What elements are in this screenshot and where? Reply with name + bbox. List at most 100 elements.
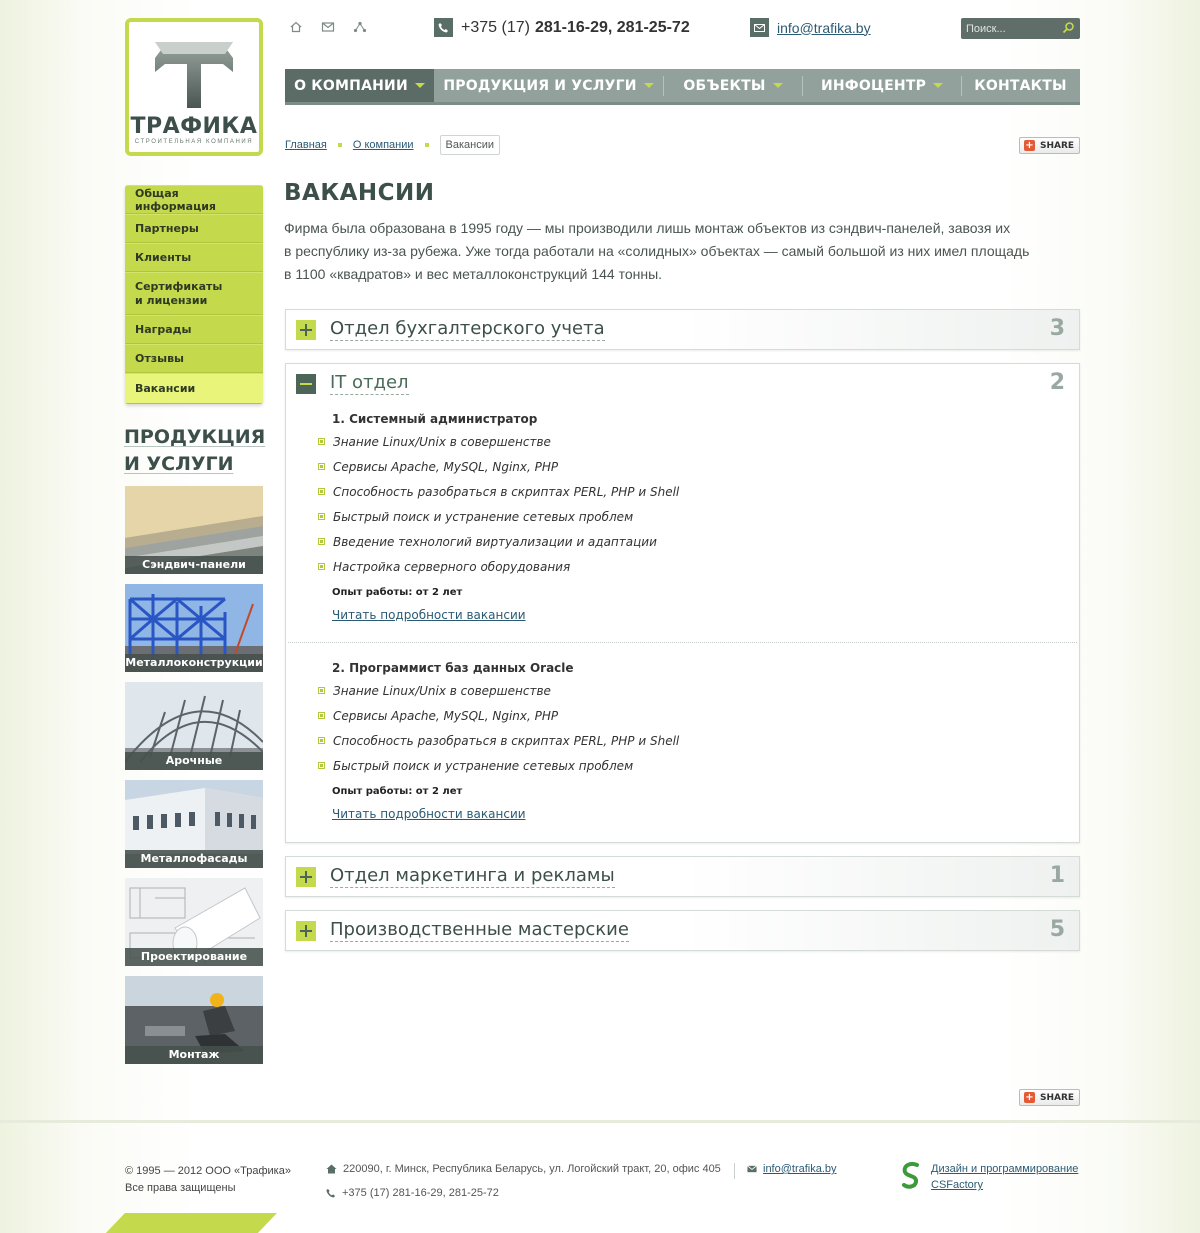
footer: © 1995 — 2012 ООО «Трафика» Все права за… — [0, 1120, 1200, 1233]
header-email-link[interactable]: info@trafika.by — [777, 20, 871, 36]
nav-item-company[interactable]: О КОМПАНИИ — [285, 69, 434, 102]
mail-icon[interactable] — [321, 20, 335, 34]
csfactory-logo-icon[interactable] — [900, 1161, 922, 1189]
share-button-top[interactable]: + SHARE — [1019, 137, 1080, 154]
sidebar-item-partners[interactable]: Партнеры — [125, 214, 263, 243]
breadcrumb-section[interactable]: О компании — [353, 139, 414, 151]
nav-label: ОБЪЕКТЫ — [683, 77, 766, 94]
sidebar-menu: Общая информация Партнеры Клиенты Сертиф… — [125, 185, 263, 404]
collapse-icon[interactable] — [296, 374, 316, 394]
requirement-text: Быстрый поиск и устранение сетевых пробл… — [333, 759, 634, 773]
share-label: SHARE — [1040, 140, 1075, 151]
phone-prefix: +375 (17) — [461, 18, 530, 36]
breadcrumb: Главная О компании Вакансии — [285, 135, 501, 155]
product-metal-structures[interactable]: Металлоконструкции — [125, 584, 263, 672]
list-item: Способность разобраться в скриптах PERL,… — [318, 734, 679, 759]
developer-link[interactable]: Дизайн и программирование — [931, 1163, 1078, 1175]
phone-icon — [434, 18, 453, 37]
envelope-icon — [750, 18, 769, 37]
footer-developer: Дизайн и программирование CSFactory — [900, 1161, 1078, 1194]
accordion-header[interactable]: IT отдел 2 — [286, 364, 1079, 404]
sidebar-item-clients[interactable]: Клиенты — [125, 243, 263, 272]
requirement-text: Знание Linux/Unix в совершенстве — [333, 684, 551, 698]
list-item: Быстрый поиск и устранение сетевых пробл… — [318, 510, 679, 535]
products-heading-line: И УСЛУГИ — [124, 453, 234, 475]
search-icon[interactable] — [1062, 21, 1075, 34]
share-label: SHARE — [1040, 1092, 1075, 1103]
share-button-bottom[interactable]: + SHARE — [1019, 1089, 1080, 1106]
vacancy-item: 1. Системный администратор Знание Linux/… — [318, 412, 679, 622]
expand-icon[interactable] — [296, 921, 316, 941]
sidebar-item-awards[interactable]: Награды — [125, 315, 263, 344]
nav-item-contacts[interactable]: КОНТАКТЫ — [962, 69, 1079, 102]
product-label: Проектирование — [125, 948, 263, 966]
sitemap-icon[interactable] — [353, 20, 367, 34]
department-marketing: Отдел маркетинга и рекламы 1 — [285, 856, 1080, 897]
product-metal-facades[interactable]: Металлофасады — [125, 780, 263, 868]
requirement-text: Сервисы Apache, MySQL, Nginx, PHP — [333, 460, 559, 474]
nav-item-infocenter[interactable]: ИНФОЦЕНТР — [803, 69, 961, 102]
footer-phone: +375 (17) 281-16-29, 281-25-72 — [326, 1187, 499, 1199]
copyright-text: © 1995 — 2012 ООО «Трафика» — [125, 1165, 291, 1177]
bullet-icon — [318, 513, 325, 520]
product-sandwich-panels[interactable]: Сэндвич-панели — [125, 486, 263, 574]
home-icon[interactable] — [289, 20, 303, 34]
nav-label: ИНФОЦЕНТР — [820, 77, 927, 94]
nav-item-products[interactable]: ПРОДУКЦИЯ И УСЛУГИ — [434, 69, 663, 102]
breadcrumb-current: Вакансии — [439, 135, 501, 155]
products-heading[interactable]: ПРОДУКЦИЯ И УСЛУГИ — [124, 424, 274, 478]
department-title[interactable]: Отдел маркетинга и рекламы — [330, 865, 615, 888]
sidebar-item-vacancies[interactable]: Вакансии — [125, 373, 263, 404]
sidebar-item-certificates[interactable]: Сертификаты и лицензии — [125, 272, 263, 315]
breadcrumb-separator — [424, 143, 429, 147]
sidebar-item-general[interactable]: Общая информация — [125, 185, 263, 214]
vacancy-details-link[interactable]: Читать подробности вакансии — [332, 608, 679, 622]
accordion-header[interactable]: Отдел маркетинга и рекламы 1 — [286, 857, 1079, 897]
footer-address: 220090, г. Минск, Республика Беларусь, у… — [326, 1163, 721, 1175]
expand-icon[interactable] — [296, 867, 316, 887]
requirement-text: Знание Linux/Unix в совершенстве — [333, 435, 551, 449]
logo-name: ТРАФИКА — [130, 114, 258, 139]
nav-label: ПРОДУКЦИЯ И УСЛУГИ — [443, 77, 637, 94]
expand-icon[interactable] — [296, 320, 316, 340]
bullet-icon — [318, 687, 325, 694]
footer-divider — [734, 1163, 735, 1179]
product-installation[interactable]: Монтаж — [125, 976, 263, 1064]
department-title[interactable]: Производственные мастерские — [330, 919, 629, 942]
header-phone: +375 (17) 281-16-29, 281-25-72 — [434, 18, 690, 37]
search-input[interactable] — [961, 22, 1056, 35]
bullet-icon — [318, 712, 325, 719]
nav-label: О КОМПАНИИ — [294, 77, 408, 94]
address-text: 220090, г. Минск, Республика Беларусь, у… — [343, 1163, 721, 1175]
search-box — [961, 18, 1080, 39]
department-title[interactable]: Отдел бухгалтерского учета — [330, 318, 605, 341]
product-label: Монтаж — [125, 1046, 263, 1064]
vacancy-count: 2 — [1049, 370, 1065, 395]
sidebar-item-reviews[interactable]: Отзывы — [125, 344, 263, 373]
phone-text: +375 (17) 281-16-29, 281-25-72 — [342, 1187, 499, 1199]
breadcrumb-separator — [337, 143, 342, 147]
chevron-down-icon — [772, 83, 783, 88]
vacancy-experience: Опыт работы: от 2 лет — [332, 786, 463, 797]
footer-email-link[interactable]: info@trafika.by — [763, 1163, 837, 1175]
product-design[interactable]: Проектирование — [125, 878, 263, 966]
product-arch-structures[interactable]: Арочные конструкции — [125, 682, 263, 770]
vacancy-details-link[interactable]: Читать подробности вакансии — [332, 807, 679, 821]
intro-text: Фирма была образована в 1995 году — мы п… — [284, 217, 1074, 286]
accordion-header[interactable]: Производственные мастерские 5 — [286, 911, 1079, 951]
breadcrumb-home[interactable]: Главная — [285, 139, 327, 151]
main-nav: О КОМПАНИИ ПРОДУКЦИЯ И УСЛУГИ ОБЪЕКТЫ ИН… — [285, 69, 1080, 105]
rights-text: Все права защищены — [125, 1182, 236, 1194]
accordion-header[interactable]: Отдел бухгалтерского учета 3 — [286, 310, 1079, 350]
department-title[interactable]: IT отдел — [330, 372, 409, 395]
chevron-down-icon — [414, 83, 425, 88]
list-item: Способность разобраться в скриптах PERL,… — [318, 485, 679, 510]
requirement-text: Настройка серверного оборудования — [333, 560, 571, 574]
company-logo[interactable]: ТРАФИКА СТРОИТЕЛЬНАЯ КОМПАНИЯ — [125, 18, 263, 156]
chevron-down-icon — [643, 83, 654, 88]
bullet-icon — [318, 463, 325, 470]
developer-name-link[interactable]: CSFactory — [931, 1179, 983, 1191]
footer-copyright: © 1995 — 2012 ООО «Трафика» Все права за… — [125, 1163, 291, 1197]
nav-item-objects[interactable]: ОБЪЕКТЫ — [664, 69, 802, 102]
home-icon — [326, 1164, 337, 1174]
